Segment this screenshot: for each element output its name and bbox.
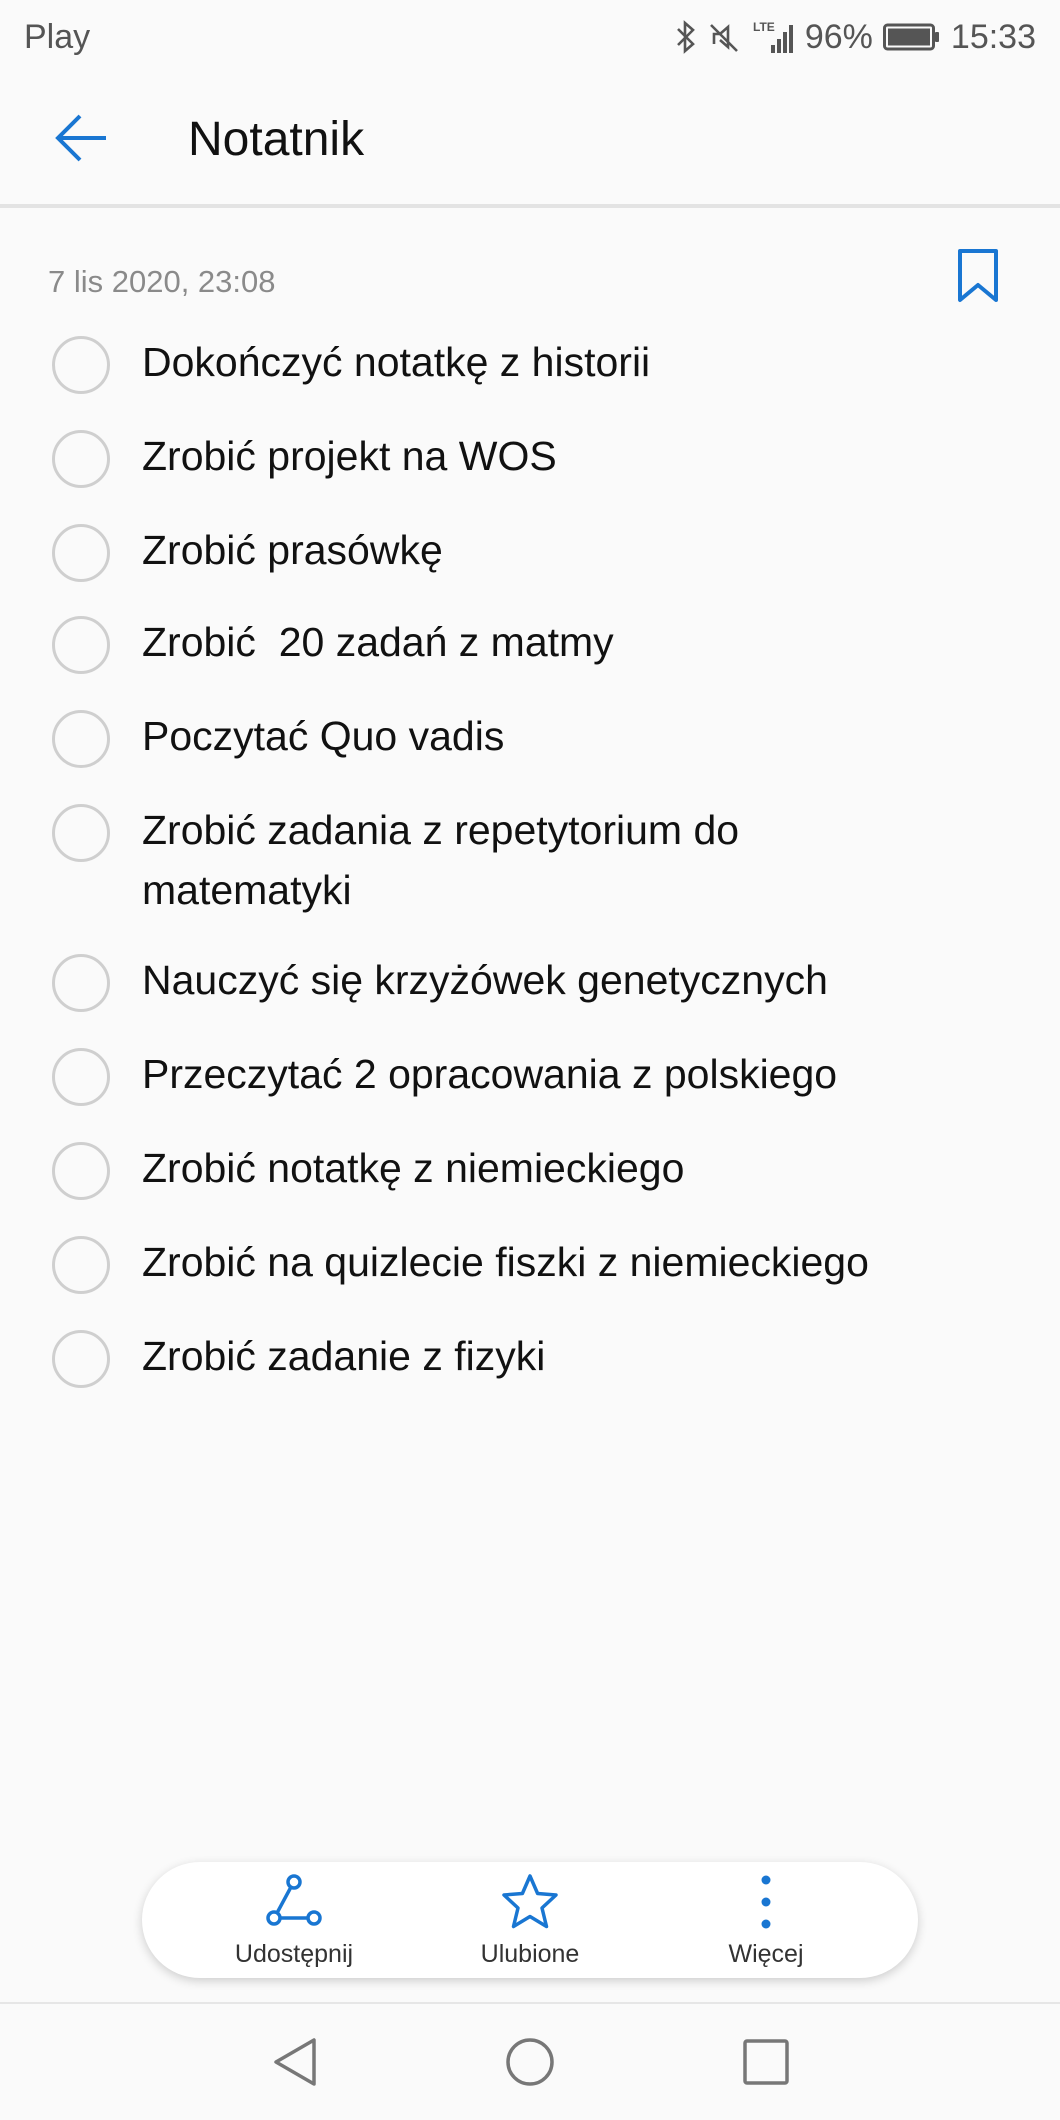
list-item-text[interactable]: Zrobić prasówkę — [142, 520, 1002, 580]
list-item-text[interactable]: Dokończyć notatkę z historii — [142, 332, 1002, 392]
checkbox[interactable] — [52, 710, 110, 768]
star-icon — [502, 1874, 558, 1929]
checkbox[interactable] — [52, 1236, 110, 1294]
list-item-text[interactable]: Poczytać Quo vadis — [142, 706, 1002, 766]
list-item-text[interactable]: Zrobić projekt na WOS — [142, 426, 1002, 486]
checkbox[interactable] — [52, 430, 110, 488]
back-triangle-icon[interactable] — [268, 2034, 324, 2090]
checkbox[interactable] — [52, 616, 110, 674]
battery-icon — [882, 22, 941, 52]
checkbox[interactable] — [52, 1142, 110, 1200]
checkbox[interactable] — [52, 1048, 110, 1106]
app-bar: Notatnik — [0, 74, 1060, 204]
share-button[interactable]: Udostępnij — [194, 1862, 394, 1978]
divider — [0, 204, 1060, 208]
favorite-button[interactable]: Ulubione — [430, 1862, 630, 1978]
home-circle-icon[interactable] — [502, 2034, 558, 2090]
more-label: Więcej — [728, 1940, 804, 1968]
bottom-toolbar: Udostępnij Ulubione Więcej — [142, 1862, 918, 1978]
more-vertical-icon — [761, 1875, 771, 1929]
checkbox[interactable] — [52, 1330, 110, 1388]
arrow-left-icon[interactable] — [52, 108, 112, 168]
bookmark-icon[interactable] — [956, 248, 1000, 304]
mute-icon — [709, 24, 738, 52]
favorite-label: Ulubione — [480, 1940, 580, 1968]
nav-divider — [0, 2002, 1060, 2004]
page-title: Notatnik — [188, 113, 365, 166]
battery-percent: 96% — [804, 17, 873, 56]
checkbox[interactable] — [52, 336, 110, 394]
recents-square-icon[interactable] — [738, 2034, 794, 2090]
clock: 15:33 — [950, 17, 1036, 56]
more-button[interactable]: Więcej — [666, 1862, 866, 1978]
list-item-text[interactable]: Zrobić zadanie z fizyki — [142, 1326, 1002, 1386]
status-icons: LTE 96% 15:33 — [675, 18, 1036, 57]
lte-icon: LTE — [753, 20, 793, 53]
share-label: Udostępnij — [234, 1940, 354, 1968]
list-item-text[interactable]: Zrobić zadania z repetytorium do matemat… — [142, 800, 842, 920]
list-item-text[interactable]: Zrobić 20 zadań z matmy — [142, 612, 1002, 672]
checkbox[interactable] — [52, 954, 110, 1012]
note-date: 7 lis 2020, 23:08 — [48, 264, 276, 299]
checkbox[interactable] — [52, 804, 110, 862]
svg-text:LTE: LTE — [753, 20, 775, 34]
share-icon — [266, 1874, 322, 1926]
checkbox[interactable] — [52, 524, 110, 582]
status-bar: Play LTE 96% 15:33 — [0, 0, 1060, 74]
list-item-text[interactable]: Zrobić na quizlecie fiszki z niemieckieg… — [142, 1232, 1002, 1292]
list-item-text[interactable]: Przeczytać 2 opracowania z polskiego — [142, 1044, 1002, 1104]
list-item-text[interactable]: Zrobić notatkę z niemieckiego — [142, 1138, 1002, 1198]
bluetooth-icon — [676, 20, 695, 54]
list-item-text[interactable]: Nauczyć się krzyżówek genetycznych — [142, 950, 1002, 1010]
carrier-name: Play — [24, 17, 91, 56]
